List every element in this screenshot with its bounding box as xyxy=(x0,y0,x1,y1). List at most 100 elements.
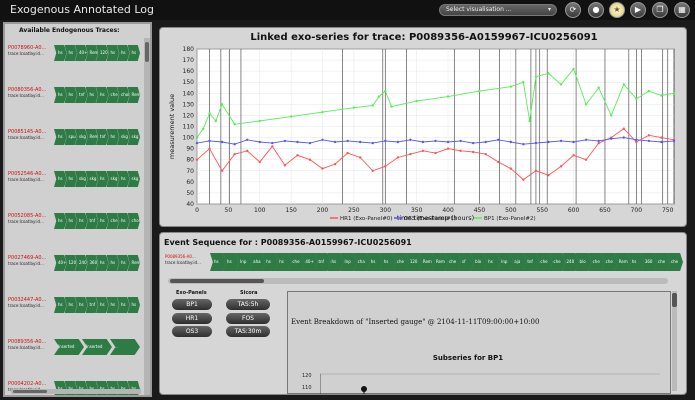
data-point xyxy=(622,83,625,86)
data-point xyxy=(358,156,362,159)
trace-subtitle: trace:lcoatlay:id... xyxy=(8,303,44,308)
x-tick-label: 500 xyxy=(505,207,517,214)
exo-panel-button-os3[interactable]: OS3 xyxy=(172,326,212,337)
trace-list-item[interactable]: P0027469-A0... trace:lcoatlay:id... 40+ 120… xyxy=(8,255,140,291)
x-tick-label: 600 xyxy=(568,207,580,214)
data-point xyxy=(220,140,224,144)
y-tick-label: 150 xyxy=(183,79,195,86)
sequence-trace-subtitle: trace:lcoatlay:id... xyxy=(165,260,201,265)
event-chevron[interactable]: hs xyxy=(54,87,67,103)
event-chevron[interactable]: Inserted gauge xyxy=(82,339,112,355)
event-chevron[interactable]: hs xyxy=(54,45,67,61)
data-point xyxy=(384,165,387,168)
x-tick-label: 550 xyxy=(536,207,548,214)
y-tick-label: 80 xyxy=(186,157,194,164)
data-point xyxy=(346,151,349,155)
data-point xyxy=(622,136,625,139)
event-chevron[interactable]: ... xyxy=(110,339,140,355)
data-point xyxy=(271,145,274,148)
exo-panel-button-hr1[interactable]: HR1 xyxy=(172,313,212,324)
copy-icon[interactable]: ❐ xyxy=(652,2,668,18)
data-point xyxy=(246,138,249,141)
star-icon[interactable]: ★ xyxy=(609,2,625,18)
x-tick-label: 50 xyxy=(225,207,233,214)
sequence-event-chevron[interactable]: hs xyxy=(210,253,227,271)
drop-icon[interactable]: ● xyxy=(588,2,604,18)
x-tick-label: 400 xyxy=(442,207,454,214)
data-point xyxy=(647,89,651,93)
data-point xyxy=(522,81,525,84)
x-tick-label: 250 xyxy=(348,207,360,214)
scrollbar-thumb[interactable] xyxy=(145,42,149,62)
trace-list-item[interactable]: P0052085-A0... trace:lcoatlay:id... hs hs hs… xyxy=(8,213,140,249)
refresh-icon[interactable]: ⟳ xyxy=(565,2,581,18)
trace-list-item[interactable]: P0089356-A0... trace:lcoatlay:id... Insert… xyxy=(8,339,140,375)
y-tick-label: 100 xyxy=(183,135,195,142)
data-point xyxy=(283,164,287,167)
grid-icon[interactable]: ▦ xyxy=(674,2,690,18)
trace-list-item[interactable]: P0078960-A0... trace:lcoatlay:id... hs hs 40… xyxy=(8,45,140,81)
scrollbar-thumb[interactable] xyxy=(170,279,264,283)
trace-subtitle: trace:lcoatlay:id... xyxy=(8,51,44,56)
data-point xyxy=(308,141,312,145)
data-point xyxy=(572,140,575,144)
data-point xyxy=(421,140,425,144)
data-point xyxy=(283,139,287,143)
data-point xyxy=(195,136,199,139)
sicora-button-fos[interactable]: FOS xyxy=(226,313,270,324)
exo-panels-label: Exo-Panels xyxy=(176,290,207,296)
data-point xyxy=(509,167,513,170)
data-point xyxy=(547,140,550,144)
event-chevron[interactable]: hs xyxy=(54,129,67,145)
event-chevron[interactable]: hs xyxy=(54,213,67,229)
trace-list-item[interactable]: P0032447-A0... trace:lcoatlay:id... hs hs hs… xyxy=(8,297,140,333)
legend-entry: OS3 (Exo-Panel#1) xyxy=(404,216,456,222)
event-chevron[interactable]: 40+ xyxy=(54,255,67,271)
traces-vertical-scrollbar[interactable] xyxy=(144,38,150,395)
y-axis-label: measurement value xyxy=(168,94,176,159)
trace-list-item[interactable]: P0085145-A0... trace:lcoatlay:id... hs spu s… xyxy=(8,129,140,165)
data-point xyxy=(459,139,462,143)
traces-horizontal-scrollbar[interactable] xyxy=(11,389,141,394)
y-tick-label: 180 xyxy=(183,46,195,53)
x-tick-label: 100 xyxy=(254,207,266,214)
data-point xyxy=(522,178,525,181)
data-point xyxy=(415,99,418,103)
data-point xyxy=(333,162,337,166)
data-point xyxy=(559,139,563,143)
exo-panel-button-bp1[interactable]: BP1 xyxy=(172,299,212,310)
data-point xyxy=(446,140,450,144)
event-chevron[interactable]: hs xyxy=(54,297,67,313)
trace-list-item[interactable]: P0052546-A0... trace:lcoatlay:id... hs hs sk… xyxy=(8,171,140,207)
event-chevron[interactable]: Inserted gauge xyxy=(54,339,84,355)
data-point xyxy=(208,147,211,150)
traces-panel: Available Endogenous Traces: P0078960-A0… xyxy=(3,22,152,397)
data-point xyxy=(233,143,236,146)
sicora-button-tas5h[interactable]: TAS:5h xyxy=(226,299,270,310)
subseries-title: Subseries for BP1 xyxy=(432,354,504,362)
sicora-button-tas30m[interactable]: TAS:30m xyxy=(226,326,270,337)
sicora-label: Sicora xyxy=(240,290,258,296)
data-point xyxy=(434,151,437,155)
data-point xyxy=(421,149,425,153)
trace-subtitle: trace:lcoatlay:id... xyxy=(8,261,44,266)
scrollbar-thumb[interactable] xyxy=(13,390,47,393)
trace-list-item[interactable]: P0080356-A0... trace:lcoatlay:id... hs hs tn… xyxy=(8,87,140,123)
event-chevron[interactable]: hs xyxy=(54,171,67,187)
visualisation-select[interactable]: Select visualisation ... ▾ xyxy=(439,4,557,16)
data-point xyxy=(509,140,513,144)
scrollbar-thumb[interactable] xyxy=(672,293,677,307)
y-tick-label: 50 xyxy=(186,190,194,197)
y-tick-label: 140 xyxy=(183,90,195,97)
sequence-horizontal-scrollbar[interactable] xyxy=(168,278,668,284)
data-point xyxy=(258,140,261,144)
data-point xyxy=(271,141,274,145)
x-tick-label: 650 xyxy=(599,207,611,214)
breakdown-vertical-scrollbar[interactable] xyxy=(672,291,677,391)
trace-subtitle: trace:lcoatlay:id... xyxy=(8,93,44,98)
data-point xyxy=(610,137,613,140)
data-point xyxy=(547,72,550,75)
data-point xyxy=(409,138,412,141)
event-breakdown-box: Event Breakdown of "Inserted gauge" @ 21… xyxy=(287,291,671,394)
play-icon[interactable]: ▶ xyxy=(630,2,646,18)
